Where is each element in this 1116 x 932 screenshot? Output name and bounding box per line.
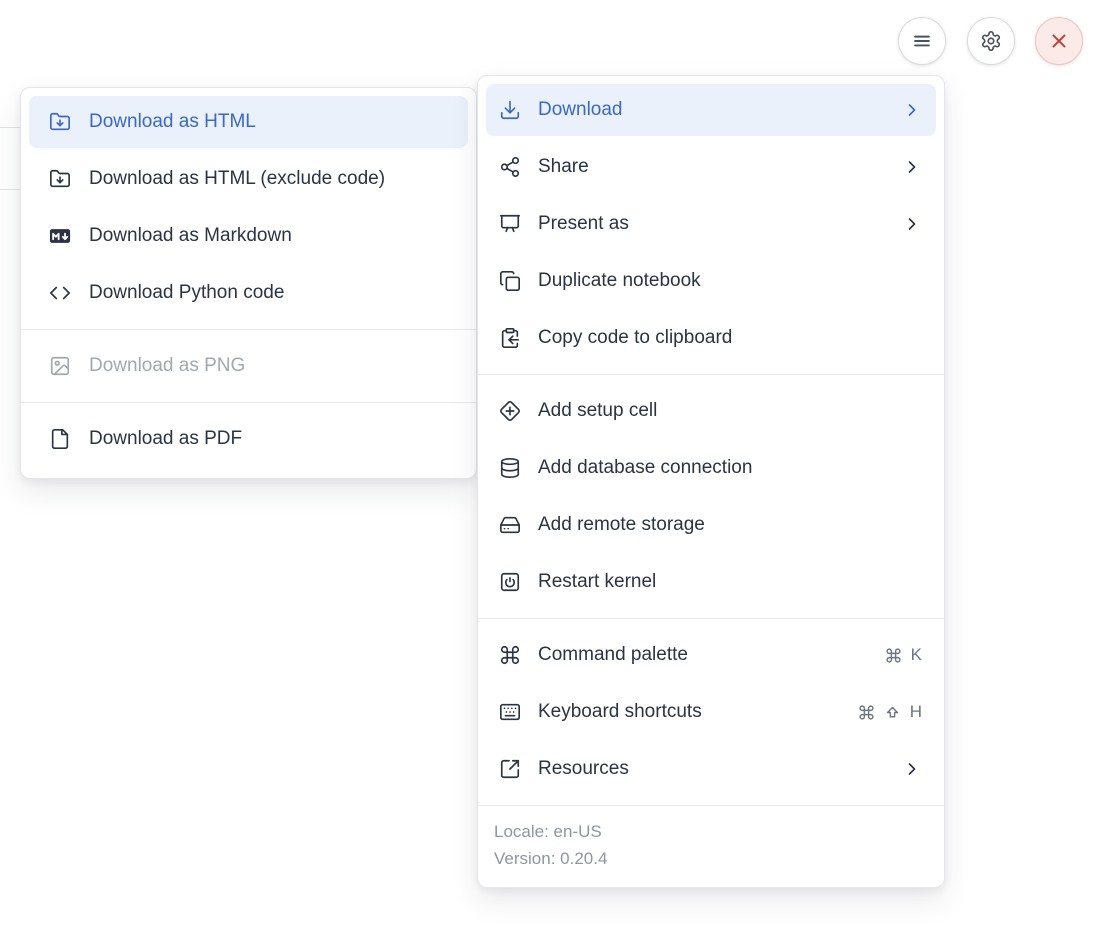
menu-item-download-as-pdf[interactable]: Download as PDF — [29, 413, 468, 465]
menu-footer: Locale: en-US Version: 0.20.4 — [478, 805, 944, 887]
keyboard-icon — [499, 701, 521, 723]
menu-item-label: Download as Markdown — [89, 225, 454, 247]
shortcut-key: K — [911, 645, 922, 665]
power-square-icon — [499, 571, 521, 593]
menu-item-label: Add remote storage — [538, 514, 922, 536]
menu-item-command-palette[interactable]: Command palette K — [486, 629, 936, 681]
menu-item-keyboard-shortcuts[interactable]: Keyboard shortcuts H — [486, 686, 936, 738]
shift-key-icon — [884, 704, 901, 721]
download-submenu: Download as HTML Download as HTML (exclu… — [20, 87, 477, 479]
menu-item-label: Restart kernel — [538, 571, 922, 593]
menu-item-label: Download as HTML — [89, 111, 454, 133]
share-icon — [499, 156, 521, 178]
menu-item-download-python-code[interactable]: Download Python code — [29, 267, 468, 319]
locale-text: Locale: en-US — [494, 820, 928, 844]
menu-item-download-as-png: Download as PNG — [29, 340, 468, 392]
command-icon — [499, 644, 521, 666]
menu-item-restart-kernel[interactable]: Restart kernel — [486, 556, 936, 608]
menu-item-label: Download as PNG — [89, 355, 454, 377]
menu-item-download-as-html[interactable]: Download as HTML — [29, 96, 468, 148]
menu-item-label: Share — [538, 156, 902, 178]
notebook-actions-menu: Download Share Present as Duplicate note… — [477, 75, 945, 888]
menu-item-resources[interactable]: Resources — [486, 743, 936, 795]
menu-item-download-as-html-exclude-code[interactable]: Download as HTML (exclude code) — [29, 153, 468, 205]
keyboard-shortcut: H — [858, 702, 922, 722]
copy-icon — [499, 270, 521, 292]
menu-separator — [21, 402, 476, 403]
menu-item-download-as-markdown[interactable]: Download as Markdown — [29, 210, 468, 262]
notebook-menu-button[interactable] — [898, 17, 946, 65]
menu-item-label: Download Python code — [89, 282, 454, 304]
menu-separator — [21, 329, 476, 330]
folder-down-icon — [49, 168, 71, 190]
menu-item-label: Download as HTML (exclude code) — [89, 168, 454, 190]
keyboard-shortcut: K — [885, 645, 922, 665]
gear-icon — [980, 30, 1002, 52]
background-cell-border — [0, 127, 20, 128]
menu-item-download[interactable]: Download — [486, 84, 936, 136]
menu-item-label: Add database connection — [538, 457, 922, 479]
folder-down-icon — [49, 111, 71, 133]
menu-item-label: Download as PDF — [89, 428, 454, 450]
menu-item-copy-code-to-clipboard[interactable]: Copy code to clipboard — [486, 312, 936, 364]
menu-separator — [478, 374, 944, 375]
version-text: Version: 0.20.4 — [494, 847, 928, 871]
menu-item-label: Resources — [538, 758, 902, 780]
code-icon — [49, 282, 71, 304]
menu-item-share[interactable]: Share — [486, 141, 936, 193]
menu-item-add-setup-cell[interactable]: Add setup cell — [486, 385, 936, 437]
database-icon — [499, 457, 521, 479]
file-icon — [49, 428, 71, 450]
diamond-plus-icon — [499, 400, 521, 422]
clipboard-paste-icon — [499, 327, 521, 349]
close-button[interactable] — [1035, 17, 1083, 65]
menu-item-label: Copy code to clipboard — [538, 327, 922, 349]
close-icon — [1048, 30, 1070, 52]
background-cell-border — [0, 189, 20, 190]
chevron-right-icon — [902, 100, 922, 120]
chevron-right-icon — [902, 214, 922, 234]
download-icon — [499, 99, 521, 121]
settings-button[interactable] — [967, 17, 1015, 65]
image-icon — [49, 355, 71, 377]
menu-separator — [478, 618, 944, 619]
menu-item-label: Duplicate notebook — [538, 270, 922, 292]
hamburger-menu-icon — [911, 30, 933, 52]
menu-item-present-as[interactable]: Present as — [486, 198, 936, 250]
command-key-icon — [885, 647, 902, 664]
menu-item-duplicate-notebook[interactable]: Duplicate notebook — [486, 255, 936, 307]
chevron-right-icon — [902, 759, 922, 779]
shortcut-key: H — [910, 702, 922, 722]
menu-item-label: Present as — [538, 213, 902, 235]
menu-item-label: Command palette — [538, 644, 885, 666]
menu-item-add-database-connection[interactable]: Add database connection — [486, 442, 936, 494]
menu-item-label: Download — [538, 99, 902, 121]
presentation-icon — [499, 213, 521, 235]
markdown-download-icon — [49, 225, 71, 247]
external-link-icon — [499, 758, 521, 780]
command-key-icon — [858, 704, 875, 721]
menu-item-label: Add setup cell — [538, 400, 922, 422]
chevron-right-icon — [902, 157, 922, 177]
menu-item-label: Keyboard shortcuts — [538, 701, 858, 723]
menu-item-add-remote-storage[interactable]: Add remote storage — [486, 499, 936, 551]
hard-drive-icon — [499, 514, 521, 536]
